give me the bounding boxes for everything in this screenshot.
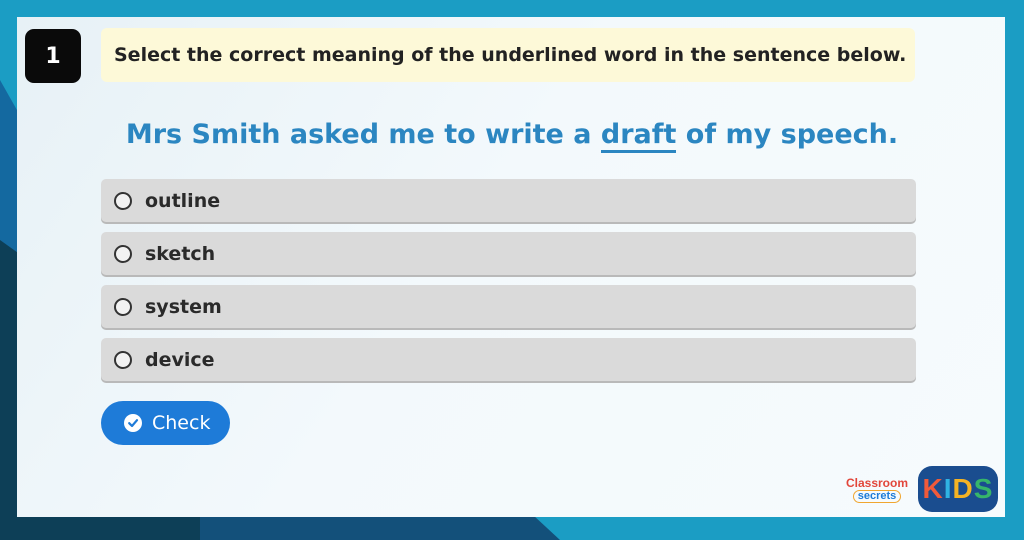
- question-sentence: Mrs Smith asked me to write a draft of m…: [0, 119, 1024, 153]
- kids-letter: I: [943, 473, 953, 504]
- instruction-box: Select the correct meaning of the underl…: [101, 28, 915, 82]
- radio-button-icon[interactable]: [114, 350, 132, 369]
- check-circle-icon: [124, 414, 142, 432]
- option-label: device: [145, 348, 215, 371]
- sentence-after: of my speech.: [676, 119, 899, 150]
- question-number: 1: [45, 43, 61, 69]
- kids-letter: S: [973, 473, 994, 504]
- kids-logo: K I D S: [918, 466, 998, 512]
- sentence-before: Mrs Smith asked me to write a: [125, 119, 601, 150]
- instruction-text: Select the correct meaning of the underl…: [114, 44, 907, 66]
- radio-button-icon[interactable]: [114, 297, 132, 316]
- radio-button-icon[interactable]: [114, 244, 132, 263]
- logo-line-1: Classroom: [845, 476, 909, 490]
- classroom-secrets-kids-logo: Classroom secrets K I D S: [840, 466, 1000, 512]
- classroom-secrets-logo: Classroom secrets: [840, 473, 914, 507]
- option-label: outline: [145, 189, 221, 212]
- option-device[interactable]: device: [101, 338, 916, 381]
- check-button[interactable]: Check: [101, 401, 230, 445]
- option-label: sketch: [145, 242, 216, 265]
- logo-line-2: secrets: [852, 490, 902, 503]
- option-label: system: [145, 295, 222, 318]
- question-number-badge: 1: [25, 29, 81, 83]
- option-system[interactable]: system: [101, 285, 916, 328]
- radio-button-icon[interactable]: [114, 191, 132, 210]
- kids-letter: K: [922, 473, 944, 504]
- underlined-word: draft: [600, 120, 677, 153]
- check-button-label: Check: [152, 412, 211, 434]
- kids-letter: D: [952, 473, 974, 504]
- option-outline[interactable]: outline: [101, 179, 916, 222]
- option-sketch[interactable]: sketch: [101, 232, 916, 275]
- answer-options: outline sketch system device: [101, 179, 916, 391]
